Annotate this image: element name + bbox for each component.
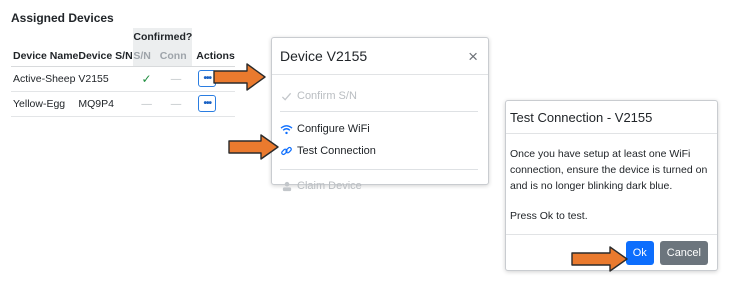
modal-instructions: Once you have setup at least one WiFi co… [510, 148, 708, 192]
device-sn-cell: MQ9P4 [78, 91, 134, 117]
ok-button[interactable]: Ok [625, 240, 654, 265]
dash-icon: — [170, 72, 182, 85]
wifi-icon [280, 124, 293, 135]
device-sn-cell: V2155 [78, 66, 134, 92]
device-name-cell: Yellow-Egg [11, 91, 79, 117]
dash-icon: — [141, 97, 152, 110]
actions-button[interactable]: ••• [198, 95, 217, 112]
menu-item-claim-device: Claim Device [280, 175, 478, 197]
col-device-sn: Device S/N [78, 46, 134, 67]
menu-item-label: Test Connection [297, 145, 376, 157]
arrow-to-menu-icon [213, 63, 266, 91]
menu-item-label: Confirm S/N [297, 90, 357, 102]
table-header-row: Device Name Device S/N S/N Conn Actions [11, 46, 235, 67]
check-icon [280, 91, 293, 102]
modal-title: Test Connection - V2155 [510, 109, 653, 125]
menu-item-configure-wifi[interactable]: Configure WiFi [280, 118, 478, 140]
col-device-name: Device Name [11, 46, 79, 67]
device-menu-title: Device V2155 [280, 48, 368, 64]
cancel-button[interactable]: Cancel [659, 240, 708, 265]
confirmed-group-header: Confirmed? [133, 28, 193, 46]
device-name-cell: Active-Sheep [11, 66, 79, 92]
assigned-devices-panel: Assigned Devices Confirmed? Device Name … [11, 10, 235, 117]
modal-header: Test Connection - V2155 [506, 101, 717, 134]
check-icon: ✓ [141, 71, 152, 86]
table-row: Yellow-Egg MQ9P4 — — ••• [11, 91, 235, 117]
table-row: Active-Sheep V2155 ✓ — ••• [11, 66, 235, 92]
person-icon [280, 181, 293, 192]
assigned-devices-title: Assigned Devices [11, 11, 114, 25]
device-menu-header: Device V2155 × [272, 38, 488, 75]
dash-icon: — [170, 97, 182, 110]
link-icon [280, 145, 293, 157]
menu-item-confirm-sn: Confirm S/N [280, 85, 478, 107]
col-conn-confirmed: Conn [159, 46, 193, 67]
device-menu-body: Confirm S/N Configure WiFi Test Connecti… [272, 75, 488, 197]
modal-prompt: Press Ok to test. [510, 210, 588, 222]
arrow-to-test-connection-icon [228, 134, 279, 160]
menu-item-label: Claim Device [297, 180, 362, 192]
menu-item-test-connection[interactable]: Test Connection [280, 140, 478, 162]
tutorial-canvas: Assigned Devices Confirmed? Device Name … [0, 0, 745, 290]
modal-body: Once you have setup at least one WiFi co… [506, 134, 717, 224]
table-group-header-row: Confirmed? [11, 28, 235, 46]
menu-item-label: Configure WiFi [297, 123, 370, 135]
arrow-to-ok-icon [571, 246, 628, 272]
close-icon[interactable]: × [468, 48, 478, 65]
device-menu-panel: Device V2155 × Confirm S/N Configure WiF… [271, 37, 489, 192]
col-sn-confirmed: S/N [133, 46, 160, 67]
devices-table: Confirmed? Device Name Device S/N S/N Co… [11, 28, 235, 117]
